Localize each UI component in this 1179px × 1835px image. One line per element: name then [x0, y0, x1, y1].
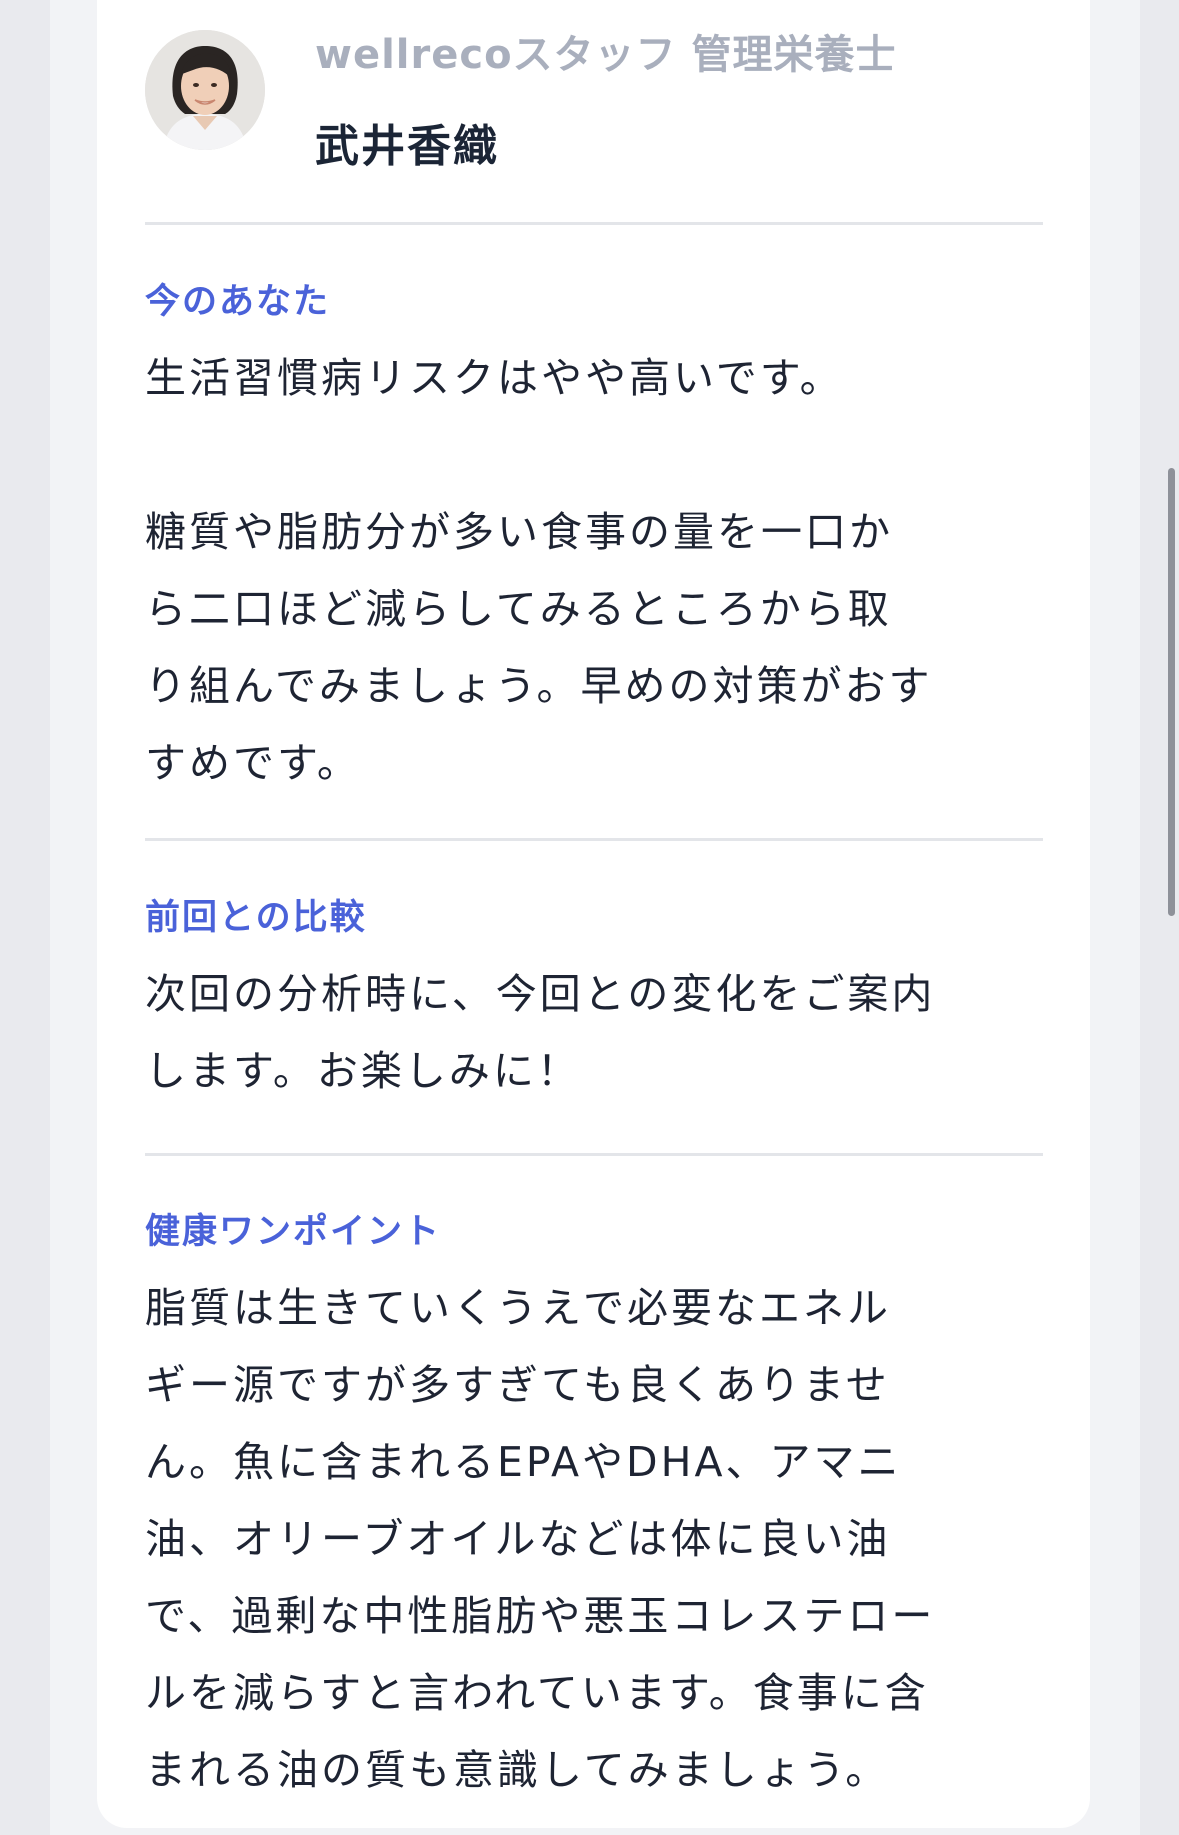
divider: [145, 838, 1043, 841]
section-body-health-tip: 脂質は生きていくうえで必要なエネル ギー源ですが多すぎても良くありませ ん。魚に…: [145, 1284, 936, 1794]
section-label-health-tip: 健康ワンポイント: [145, 1212, 442, 1252]
staff-role: wellrecoスタッフ 管理栄養士: [315, 32, 897, 78]
staff-name: 武井香織: [315, 121, 499, 172]
divider: [145, 222, 1043, 225]
section-label-current: 今のあなた: [145, 282, 331, 322]
section-body-current: 生活習慣病リスクはやや高いです。 糖質や脂肪分が多い食事の量を一口か ら二口ほど…: [145, 354, 933, 787]
avatar: [145, 30, 265, 150]
staff-portrait-image: [145, 30, 265, 150]
section-label-comparison: 前回との比較: [145, 898, 367, 938]
section-body-comparison: 次回の分析時に、今回との変化をご案内 します。お楽しみに！: [145, 970, 936, 1095]
scrollbar[interactable]: [1168, 468, 1175, 916]
staff-profile: wellrecoスタッフ 管理栄養士 武井香織: [145, 22, 1045, 172]
divider: [145, 1153, 1043, 1156]
